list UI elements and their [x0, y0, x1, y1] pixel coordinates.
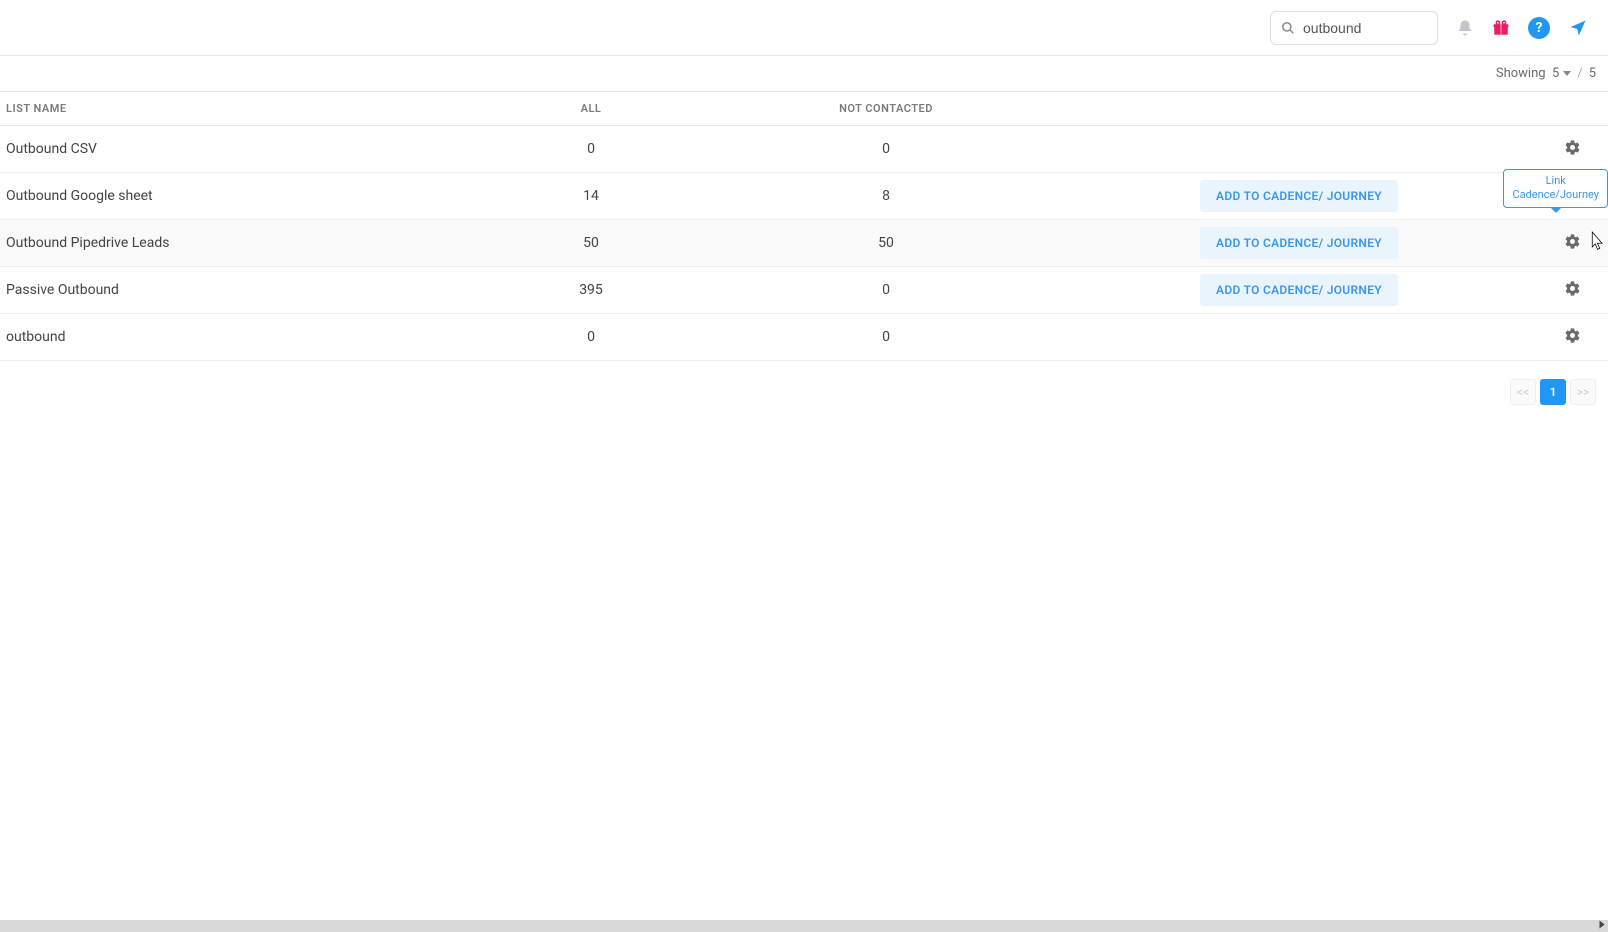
all-count: 0 [466, 141, 716, 157]
table-row[interactable]: outbound00 [0, 314, 1608, 361]
not-contacted-count: 8 [716, 188, 1056, 204]
search-input[interactable] [1295, 20, 1427, 36]
gear-icon[interactable] [1564, 139, 1581, 156]
link-cadence-tooltip: LinkCadence/Journey [1503, 169, 1608, 208]
table-row[interactable]: Outbound CSV00 [0, 126, 1608, 173]
table-header: LIST NAME ALL NOT CONTACTED [0, 92, 1608, 126]
col-name[interactable]: LIST NAME [6, 102, 466, 115]
col-gear [1542, 102, 1602, 115]
gear-cell [1542, 139, 1602, 160]
col-not-contacted[interactable]: NOT CONTACTED [716, 102, 1056, 115]
total-count: 5 [1589, 66, 1596, 81]
page-next[interactable]: >> [1570, 379, 1596, 405]
gear-cell [1542, 280, 1602, 301]
list-name[interactable]: Outbound Google sheet [6, 188, 466, 204]
gear-cell [1542, 327, 1602, 348]
gear-icon[interactable] [1564, 280, 1581, 297]
help-icon[interactable]: ? [1528, 17, 1550, 39]
add-to-cadence-button[interactable]: ADD TO CADENCE/ JOURNEY [1200, 274, 1398, 306]
all-count: 14 [466, 188, 716, 204]
col-all[interactable]: ALL [466, 102, 716, 115]
gift-icon[interactable] [1492, 19, 1510, 37]
all-count: 50 [466, 235, 716, 251]
separator: / [1577, 66, 1582, 81]
cursor-icon [1587, 230, 1605, 256]
perpage-value: 5 [1552, 66, 1559, 81]
search-field-wrap[interactable] [1270, 11, 1438, 45]
all-count: 395 [466, 282, 716, 298]
chevron-down-icon [1563, 71, 1571, 76]
gear-cell [1542, 233, 1602, 254]
send-icon[interactable] [1568, 18, 1588, 38]
status-bar [0, 920, 1608, 932]
action-cell: ADD TO CADENCE/ JOURNEY [1056, 274, 1542, 306]
results-summary: Showing 5 / 5 [0, 56, 1608, 92]
pagination: << 1 >> [0, 361, 1608, 423]
not-contacted-count: 0 [716, 141, 1056, 157]
not-contacted-count: 50 [716, 235, 1056, 251]
not-contacted-count: 0 [716, 282, 1056, 298]
add-to-cadence-button[interactable]: ADD TO CADENCE/ JOURNEY [1200, 180, 1398, 212]
col-action [1056, 102, 1542, 115]
list-name[interactable]: Passive Outbound [6, 282, 466, 298]
gear-icon[interactable] [1564, 327, 1581, 344]
list-name[interactable]: Outbound CSV [6, 141, 466, 157]
all-count: 0 [466, 329, 716, 345]
table-row[interactable]: Passive Outbound3950 ADD TO CADENCE/ JOUR… [0, 267, 1608, 314]
table-body: Outbound CSV00Outbound Google sheet148AD… [0, 126, 1608, 361]
search-icon [1281, 21, 1295, 35]
list-name[interactable]: outbound [6, 329, 466, 345]
lists-table: LIST NAME ALL NOT CONTACTED Outbound CSV… [0, 92, 1608, 361]
gear-icon[interactable] [1564, 233, 1581, 250]
perpage-dropdown[interactable]: 5 [1552, 66, 1571, 81]
bell-icon[interactable] [1456, 19, 1474, 37]
add-to-cadence-button[interactable]: ADD TO CADENCE/ JOURNEY [1200, 227, 1398, 259]
table-row[interactable]: Outbound Google sheet148 ADD TO CADENCE/ … [0, 173, 1608, 220]
not-contacted-count: 0 [716, 329, 1056, 345]
table-row[interactable]: Outbound Pipedrive Leads5050ADD TO CADEN… [0, 220, 1608, 267]
action-cell: ADD TO CADENCE/ JOURNEY [1056, 180, 1542, 212]
page-button[interactable]: 1 [1540, 379, 1566, 405]
page-prev[interactable]: << [1510, 379, 1536, 405]
action-cell: ADD TO CADENCE/ JOURNEY [1056, 227, 1542, 259]
topbar: ? [0, 0, 1608, 56]
list-name[interactable]: Outbound Pipedrive Leads [6, 235, 466, 251]
showing-label: Showing [1496, 66, 1546, 81]
